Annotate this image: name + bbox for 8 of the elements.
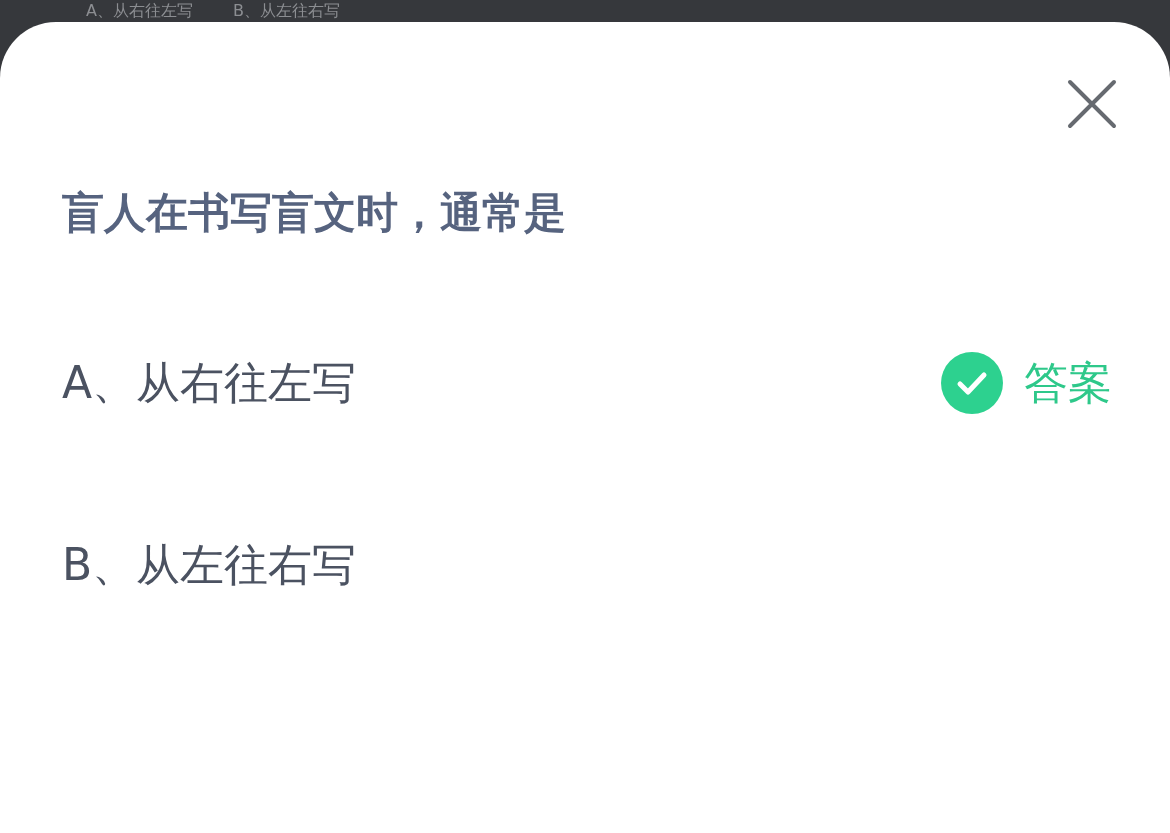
background-option-text: B、从左往右写 — [232, 3, 340, 19]
answer-label: 答案 — [1024, 360, 1112, 405]
question-text: 盲人在书写盲文时，通常是 — [62, 187, 567, 239]
option-button[interactable]: B、从左往右写 — [62, 542, 357, 587]
background-option-text: A、从右往左写 — [86, 3, 193, 19]
close-icon — [1067, 79, 1117, 129]
option-button[interactable]: A、从右往左写 — [62, 360, 357, 405]
check-icon — [940, 350, 1004, 415]
